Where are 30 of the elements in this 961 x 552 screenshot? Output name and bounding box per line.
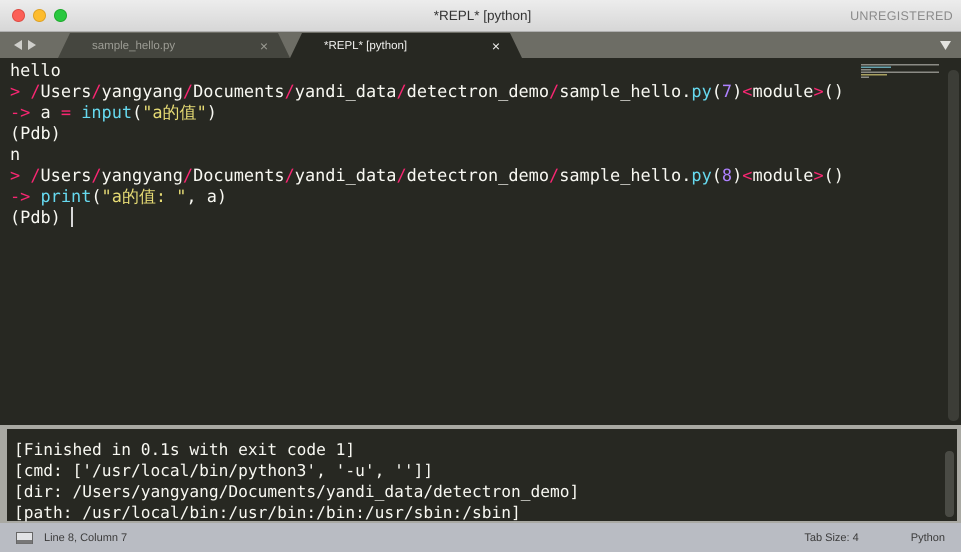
panel-toggle-icon[interactable]: [16, 532, 33, 544]
output-line: [Finished in 0.1s with exit code 1]: [14, 439, 356, 460]
window-title: *REPL* [python]: [432, 8, 532, 23]
code-line: n: [10, 144, 20, 165]
output-line: [cmd: ['/usr/local/bin/python3', '-u', '']]: [14, 460, 434, 481]
cursor-position: Line 8, Column 7: [44, 532, 128, 544]
close-tab-button[interactable]: ×: [492, 38, 500, 54]
code-line: > /Users/yangyang/Documents/yandi_data/detectron_demo/sample_hello.py(7)<module>(): [10, 81, 844, 102]
code-line: (Pdb): [10, 123, 61, 144]
code-line: -> a = input("a的值"): [10, 102, 217, 123]
license-label: UNREGISTERED: [849, 8, 953, 22]
dropdown-triangle-icon[interactable]: [940, 40, 951, 50]
minimize-window-icon[interactable]: [33, 9, 46, 22]
close-window-icon[interactable]: [12, 9, 25, 22]
file-tab[interactable]: *REPL* [python] ×: [290, 33, 522, 58]
code-line: > /Users/yangyang/Documents/yandi_data/detectron_demo/sample_hello.py(8)<module>(): [10, 165, 844, 186]
code-line: -> print("a的值: ", a): [10, 186, 228, 207]
file-tab[interactable]: sample_hello.py ×: [58, 33, 290, 58]
maximize-window-icon[interactable]: [54, 9, 67, 22]
output-line: [dir: /Users/yangyang/Documents/yandi_data/detectron_demo]: [14, 481, 580, 502]
syntax-selector[interactable]: Python: [910, 532, 945, 544]
forward-arrow-icon[interactable]: [27, 40, 36, 50]
minimap-drawing[interactable]: [861, 64, 941, 78]
scrollbar[interactable]: [945, 451, 954, 517]
code-line: (Pdb): [10, 207, 74, 228]
code-line: hello: [10, 60, 61, 81]
output-line: [path: /usr/local/bin:/usr/bin:/bin:/usr/sbin:/sbin]: [14, 502, 521, 523]
close-tab-button[interactable]: ×: [260, 38, 268, 54]
tab-size-selector[interactable]: Tab Size: 4: [804, 532, 859, 544]
back-arrow-icon[interactable]: [14, 40, 23, 50]
